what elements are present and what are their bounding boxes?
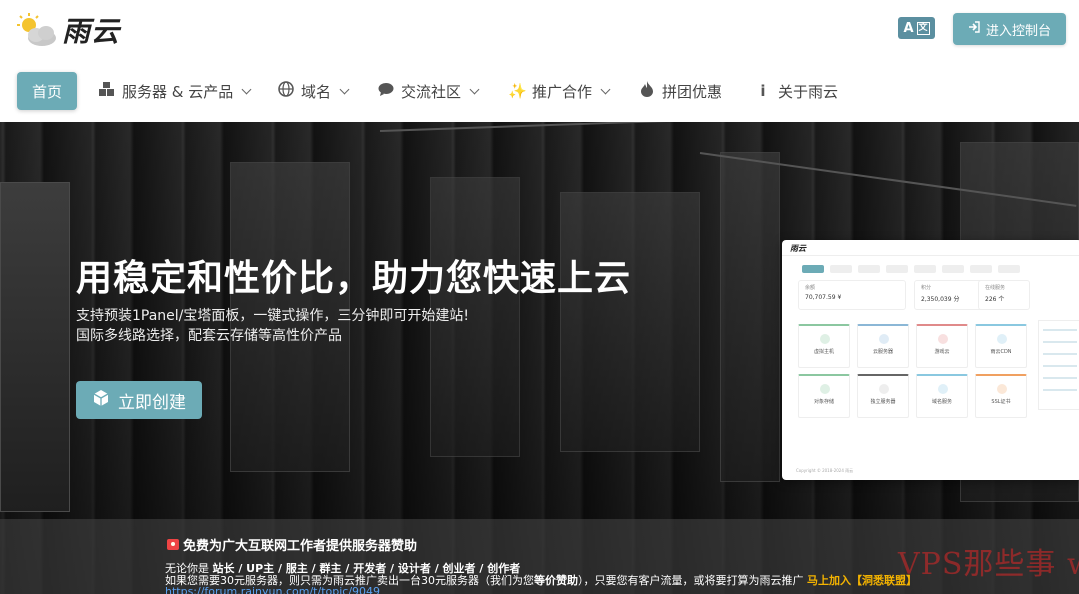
site-logo[interactable]: 雨云 xyxy=(16,10,120,50)
create-now-label: 立即创建 xyxy=(118,392,186,413)
product-label: 雨云CDN xyxy=(990,349,1012,355)
sun-cloud-logo-icon xyxy=(16,11,60,49)
dashboard-tab xyxy=(858,265,880,273)
forum-link[interactable]: https://forum.rainyun.com/t/topic/9049 xyxy=(165,585,380,594)
server-rack xyxy=(720,152,780,482)
flag-icon xyxy=(167,539,179,550)
stat-title: 在线服务 xyxy=(985,285,1006,291)
product-label: 云服务器 xyxy=(872,349,893,355)
nav-domain-label: 域名 xyxy=(301,82,332,101)
stat-card: 余额 70,707.59 ¥ xyxy=(798,280,906,310)
stat-title: 余额 xyxy=(805,285,816,291)
language-toggle-button[interactable]: A 文 xyxy=(898,17,935,39)
create-now-button[interactable]: 立即创建 xyxy=(76,381,202,419)
product-card: 虚拟主机 xyxy=(798,324,850,368)
banner-title: 免费为广大互联网工作者提供服务器赞助 xyxy=(167,535,417,554)
stat-value: 70,707.59 ¥ xyxy=(805,294,842,301)
stat-value: 226 个 xyxy=(985,296,1005,303)
stat-title: 积分 xyxy=(921,285,932,291)
login-icon xyxy=(968,21,980,37)
nav-home-label: 首页 xyxy=(32,82,63,101)
product-card: 游戏云 xyxy=(916,324,968,368)
language-label: A xyxy=(903,20,914,36)
translate-icon: 文 xyxy=(916,21,930,35)
nav-community[interactable]: 交流社区 xyxy=(377,72,480,110)
sparkle-icon: ✨ xyxy=(508,82,527,100)
nav-group-buy[interactable]: 拼团优惠 xyxy=(638,72,722,110)
nav-servers[interactable]: 服务器 & 云产品 xyxy=(98,72,252,110)
cube-icon xyxy=(92,389,110,412)
nav-group-buy-label: 拼团优惠 xyxy=(662,82,723,101)
nav-community-label: 交流社区 xyxy=(401,82,462,101)
nav-about-label: 关于雨云 xyxy=(778,82,839,101)
product-label: 游戏云 xyxy=(934,349,950,355)
hero-title: 用稳定和性价比，助力您快速上云 xyxy=(76,258,632,299)
dashboard-tabs xyxy=(802,265,1020,273)
dashboard-footer: Copyright © 2018-2024 雨云 xyxy=(796,468,854,473)
product-card: 云服务器 xyxy=(857,324,909,368)
dashboard-tab xyxy=(914,265,936,273)
hero-section: 用稳定和性价比，助力您快速上云 支持预装1Panel/宝塔面板，一键式操作，三分… xyxy=(0,122,1079,594)
comment-icon xyxy=(377,82,395,101)
chevron-down-icon xyxy=(469,84,480,94)
dashboard-tab xyxy=(886,265,908,273)
product-card: 独立服务器 xyxy=(857,374,909,418)
dashboard-tab xyxy=(942,265,964,273)
main-nav: 首页 服务器 & 云产品 域名 交流社区 ✨ 推广合作 拼团优惠 i 关于雨云 xyxy=(0,62,1079,122)
chevron-down-icon xyxy=(339,84,350,94)
stat-value: 2,350,039 分 xyxy=(921,296,960,303)
product-label: 独立服务器 xyxy=(870,399,896,405)
server-rack xyxy=(0,182,70,512)
banner-title-text: 免费为广大互联网工作者提供服务器赞助 xyxy=(183,539,418,554)
product-card: 雨云CDN xyxy=(975,324,1027,368)
product-label: SSL证书 xyxy=(991,399,1011,405)
dashboard-preview-image: 雨云 余额 70,707.59 ¥ 积分 2,350,039 分 在线服务 22… xyxy=(782,240,1079,480)
product-label: 对象存储 xyxy=(813,399,834,405)
hero-subtitle-line-1: 支持预装1Panel/宝塔面板，一键式操作，三分钟即可开始建站! xyxy=(76,308,470,324)
nav-about[interactable]: i 关于雨云 xyxy=(754,72,838,110)
banner-line-2-bold: 等价赞助 xyxy=(534,574,578,587)
hero-subtitle: 支持预装1Panel/宝塔面板，一键式操作，三分钟即可开始建站! 国际多线路选择… xyxy=(76,306,469,346)
dashboard-side-panel xyxy=(1038,320,1079,410)
server-rack xyxy=(560,192,700,452)
enter-console-button[interactable]: 进入控制台 xyxy=(953,13,1066,45)
ceiling-line xyxy=(379,122,710,132)
console-label: 进入控制台 xyxy=(985,23,1051,39)
product-label: 虚拟主机 xyxy=(813,349,834,355)
chevron-down-icon xyxy=(600,84,611,94)
dashboard-tab xyxy=(970,265,992,273)
info-icon: i xyxy=(760,82,766,100)
globe-icon xyxy=(277,81,295,101)
logo-text: 雨云 xyxy=(62,15,121,48)
product-card: 域名服务 xyxy=(916,374,968,418)
nav-promotion[interactable]: ✨ 推广合作 xyxy=(508,72,611,110)
fire-icon xyxy=(638,81,656,101)
dashboard-topbar: 雨云 xyxy=(782,240,1079,256)
top-header: 雨云 A 文 进入控制台 xyxy=(0,0,1079,62)
chevron-down-icon xyxy=(241,84,252,94)
nav-promotion-label: 推广合作 xyxy=(532,82,593,101)
nav-home[interactable]: 首页 xyxy=(17,72,78,110)
product-card: 对象存储 xyxy=(798,374,850,418)
cubes-icon xyxy=(98,81,116,101)
dashboard-tab xyxy=(830,265,852,273)
nav-domain[interactable]: 域名 xyxy=(277,72,350,110)
dashboard-tab xyxy=(998,265,1020,273)
nav-servers-label: 服务器 & 云产品 xyxy=(122,82,234,101)
product-card: SSL证书 xyxy=(975,374,1027,418)
banner-line-2-rest: ），只要您有客户流量，或将要打算为雨云推广 xyxy=(578,574,804,587)
stat-card: 在线服务 226 个 xyxy=(978,280,1030,310)
hero-subtitle-line-2: 国际多线路选择，配套云存储等高性价产品 xyxy=(76,328,342,344)
dashboard-tab xyxy=(802,265,824,273)
watermark: VPS那些事 www.vps234.com xyxy=(898,547,1079,582)
dashboard-logo: 雨云 xyxy=(790,244,806,253)
product-label: 域名服务 xyxy=(931,399,952,405)
